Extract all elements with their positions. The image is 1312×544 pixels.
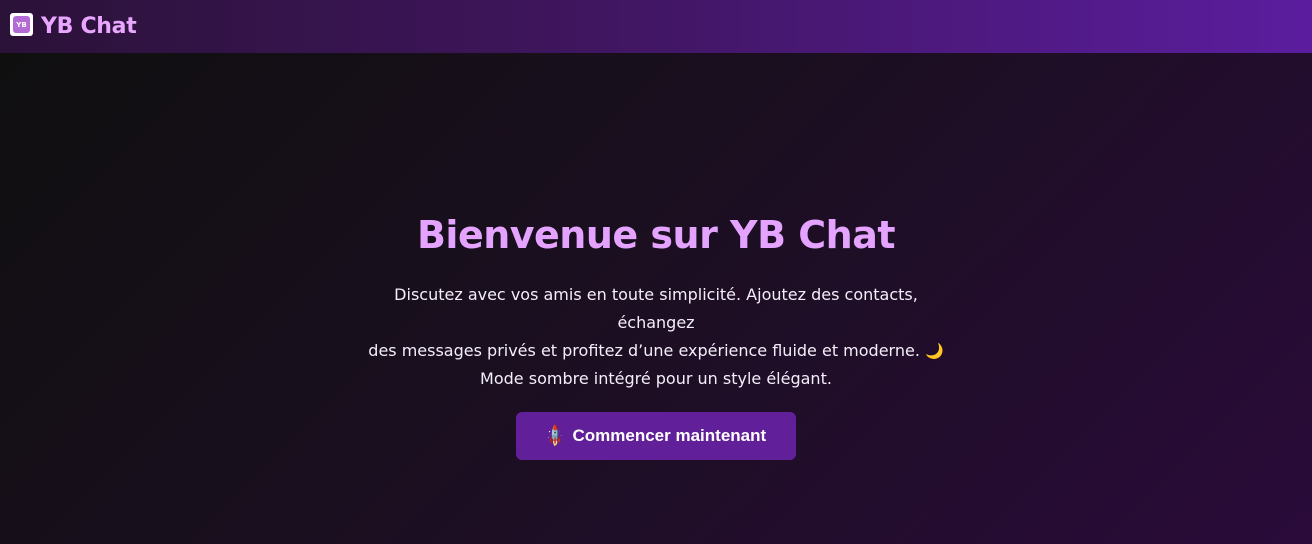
description-line-1: Discutez avec vos amis en toute simplici… [394, 285, 918, 332]
logo-text: YB [13, 16, 30, 33]
navbar: YB YB Chat [0, 0, 1312, 53]
start-now-button[interactable]: 🚀 Commencer maintenant [516, 412, 796, 460]
hero-description: Discutez avec vos amis en toute simplici… [356, 281, 956, 393]
hero-section: Bienvenue sur YB Chat Discutez avec vos … [0, 53, 1312, 544]
description-line-3: Mode sombre intégré pour un style élégan… [480, 369, 832, 388]
moon-icon: 🌙 [925, 342, 944, 360]
rocket-icon: 🚀 [542, 423, 569, 449]
hero-title: Bienvenue sur YB Chat [416, 213, 896, 257]
brand-name: YB Chat [41, 14, 137, 39]
description-line-2: des messages privés et profitez d’une ex… [368, 341, 920, 360]
brand-link[interactable]: YB YB Chat [10, 13, 137, 39]
app-logo-icon: YB [10, 13, 33, 36]
start-now-label: Commencer maintenant [572, 426, 767, 445]
